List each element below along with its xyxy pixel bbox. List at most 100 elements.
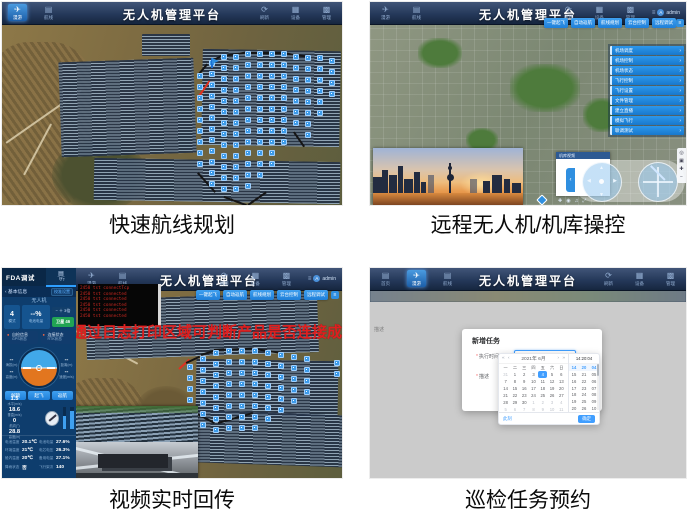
map-tool-icon[interactable]: ✚ (679, 167, 683, 172)
waypoint-marker[interactable] (221, 142, 227, 148)
nav-item[interactable]: ▤首页 (376, 270, 395, 287)
nav-item[interactable]: ▤航线 (438, 270, 457, 287)
calendar-day[interactable]: 19 (547, 385, 556, 392)
waypoint-marker[interactable] (281, 73, 287, 79)
waypoint-marker[interactable] (209, 181, 215, 187)
waypoint-marker[interactable] (257, 139, 263, 145)
waypoint-marker[interactable] (269, 139, 275, 145)
waypoint-marker[interactable] (221, 164, 227, 170)
waypoint-marker[interactable] (239, 403, 245, 409)
waypoint-marker[interactable] (221, 65, 227, 71)
calendar-day[interactable]: 22 (510, 392, 519, 399)
joystick-arrow-icon[interactable]: ▲ (599, 166, 604, 171)
calendar-day[interactable]: 4 (538, 371, 547, 378)
waypoint-marker[interactable] (329, 69, 335, 75)
waypoint-marker[interactable] (252, 425, 258, 431)
waypoint-marker[interactable] (257, 84, 263, 90)
joystick-arrow-icon[interactable]: ▶ (613, 179, 617, 184)
waypoint-marker[interactable] (226, 359, 232, 365)
menu-row[interactable]: 机场控制› (610, 56, 684, 65)
calendar-day[interactable]: 28 (501, 399, 510, 406)
calendar-day[interactable]: 27 (557, 392, 566, 399)
map-tool-icon[interactable]: ◎ (679, 151, 683, 156)
waypoint-marker[interactable] (257, 95, 263, 101)
video-icon[interactable]: ✚ (558, 198, 562, 204)
waypoint-marker[interactable] (233, 87, 239, 93)
waypoint-marker[interactable] (200, 422, 206, 428)
waypoint-marker[interactable] (213, 383, 219, 389)
menu-row[interactable]: 文件管理› (610, 96, 684, 105)
time-scrollbar[interactable] (597, 364, 599, 410)
waypoint-marker[interactable] (209, 137, 215, 143)
heading-compass-control[interactable] (638, 162, 678, 202)
prev-month-icon[interactable]: ‹ (508, 356, 510, 361)
action-button[interactable]: 云台控制 (625, 18, 649, 28)
waypoint-marker[interactable] (233, 186, 239, 192)
action-button[interactable]: 航线规划 (250, 290, 274, 300)
waypoint-marker[interactable] (257, 62, 263, 68)
waypoint-marker[interactable] (265, 394, 271, 400)
action-button[interactable]: 航线规划 (598, 18, 622, 28)
menu-row[interactable]: 机场调度› (610, 46, 684, 55)
waypoint-marker[interactable] (257, 73, 263, 79)
waypoint-marker[interactable] (197, 84, 203, 90)
calibration-chip[interactable]: 校准设置 (51, 288, 73, 296)
waypoint-marker[interactable] (226, 414, 232, 420)
calendar-day[interactable]: 11 (538, 378, 547, 385)
waypoint-marker[interactable] (213, 372, 219, 378)
waypoint-marker[interactable] (226, 370, 232, 376)
waypoint-marker[interactable] (221, 98, 227, 104)
waypoint-marker[interactable] (245, 117, 251, 123)
waypoint-marker[interactable] (304, 356, 310, 362)
waypoint-marker[interactable] (269, 128, 275, 134)
hour-option[interactable]: 15 (569, 371, 579, 378)
waypoint-marker[interactable] (200, 356, 206, 362)
waypoint-marker[interactable] (252, 403, 258, 409)
waypoint-marker[interactable] (226, 403, 232, 409)
calendar-day[interactable]: 1 (529, 399, 538, 406)
action-button[interactable]: 自动返航 (571, 18, 595, 28)
waypoint-marker[interactable] (209, 104, 215, 110)
calendar-day[interactable]: 29 (510, 399, 519, 406)
waypoint-marker[interactable] (209, 159, 215, 165)
waypoint-marker[interactable] (293, 120, 299, 126)
sidebar-tab-flight[interactable]: ▤ 飞行 (46, 268, 76, 287)
waypoint-marker[interactable] (293, 98, 299, 104)
waypoint-marker[interactable] (245, 106, 251, 112)
calendar-day[interactable]: 14 (501, 385, 510, 392)
nav-item[interactable]: ▩管理 (277, 270, 296, 287)
waypoint-marker[interactable] (334, 371, 340, 377)
waypoint-marker[interactable] (197, 150, 203, 156)
waypoint-marker[interactable] (245, 62, 251, 68)
waypoint-marker[interactable] (245, 95, 251, 101)
waypoint-marker[interactable] (213, 405, 219, 411)
waypoint-marker[interactable] (213, 350, 219, 356)
waypoint-marker[interactable] (252, 392, 258, 398)
waypoint-marker[interactable] (269, 84, 275, 90)
route-start-flag[interactable] (211, 58, 213, 68)
waypoint-marker[interactable] (281, 51, 287, 57)
waypoint-marker[interactable] (197, 117, 203, 123)
waypoint-marker[interactable] (305, 121, 311, 127)
waypoint-marker[interactable] (197, 73, 203, 79)
now-link[interactable]: 此刻 (503, 416, 512, 422)
waypoint-marker[interactable] (278, 396, 284, 402)
waypoint-marker[interactable] (293, 65, 299, 71)
action-button[interactable]: 云台控制 (277, 290, 301, 300)
menu-row[interactable]: 联调测试› (610, 126, 684, 135)
waypoint-marker[interactable] (239, 370, 245, 376)
nav-item[interactable]: ⟳刷新 (255, 4, 274, 21)
waypoint-marker[interactable] (281, 62, 287, 68)
waypoint-marker[interactable] (269, 117, 275, 123)
map-tool-icon[interactable]: − (680, 175, 683, 180)
calendar-day[interactable]: 1 (510, 371, 519, 378)
next-year-icon[interactable]: » (562, 356, 565, 361)
waypoint-marker[interactable] (265, 383, 271, 389)
waypoint-marker[interactable] (278, 352, 284, 358)
waypoint-marker[interactable] (200, 367, 206, 373)
menu-row[interactable]: 机场状态› (610, 66, 684, 75)
nav-item[interactable]: ▦设备 (630, 270, 649, 287)
joystick-arrow-icon[interactable]: ▼ (599, 193, 604, 198)
back-link[interactable]: ‹ 基本信息 (5, 288, 27, 295)
hour-option[interactable]: 14 (569, 364, 579, 371)
